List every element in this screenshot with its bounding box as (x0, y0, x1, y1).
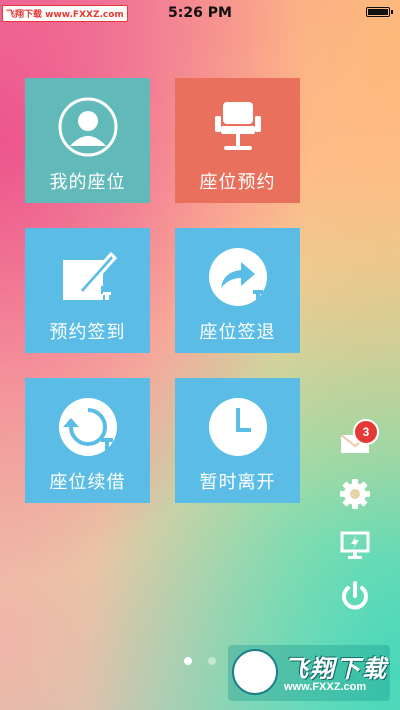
monitor-icon (340, 531, 370, 559)
tile-label: 预约签到 (49, 322, 126, 343)
message-count-badge: 3 (353, 419, 379, 445)
tile-reservation-checkin[interactable]: 预约签到 (25, 228, 150, 353)
tile-seat-checkout[interactable]: 座位签退 (175, 228, 300, 353)
watermark-logo-icon (232, 649, 278, 695)
checkout-arrow-icon (209, 248, 267, 306)
tile-temporary-leave[interactable]: 暂时离开 (175, 378, 300, 503)
settings-button[interactable] (337, 476, 373, 512)
tile-seat-reservation[interactable]: 座位预约 (175, 78, 300, 203)
tile-label: 座位预约 (199, 172, 276, 193)
page-dot-2[interactable] (207, 657, 216, 665)
tile-label: 我的座位 (49, 172, 126, 193)
watermark-logo-url: www.FXXZ.com (284, 681, 367, 693)
checkin-pen-icon (63, 251, 118, 300)
clock-icon (209, 398, 267, 456)
renew-cycle-icon (59, 398, 117, 456)
power-icon (342, 581, 368, 610)
user-avatar-icon (58, 97, 118, 157)
tile-label: 座位续借 (49, 472, 126, 493)
page-dot-1[interactable] (184, 657, 193, 665)
watermark-logo-title: 飞翔下载 (284, 655, 388, 683)
watermark-logo: 飞翔下载 www.FXXZ.com (228, 645, 390, 701)
gear-icon (340, 479, 370, 509)
tile-my-seat[interactable]: 我的座位 (25, 78, 150, 203)
status-bar: 飞翔下载 www.FXXZ.com 5:26 PM (0, 0, 400, 26)
tile-seat-renewal[interactable]: 座位续借 (25, 378, 150, 503)
tile-label: 暂时离开 (199, 472, 276, 493)
screen-button[interactable] (337, 527, 373, 563)
status-time: 5:26 PM (168, 5, 232, 21)
logout-button[interactable] (337, 578, 373, 614)
messages-button[interactable]: 3 (337, 419, 379, 461)
battery-icon (366, 7, 393, 17)
chair-icon (215, 102, 261, 150)
tile-label: 座位签退 (199, 322, 276, 343)
